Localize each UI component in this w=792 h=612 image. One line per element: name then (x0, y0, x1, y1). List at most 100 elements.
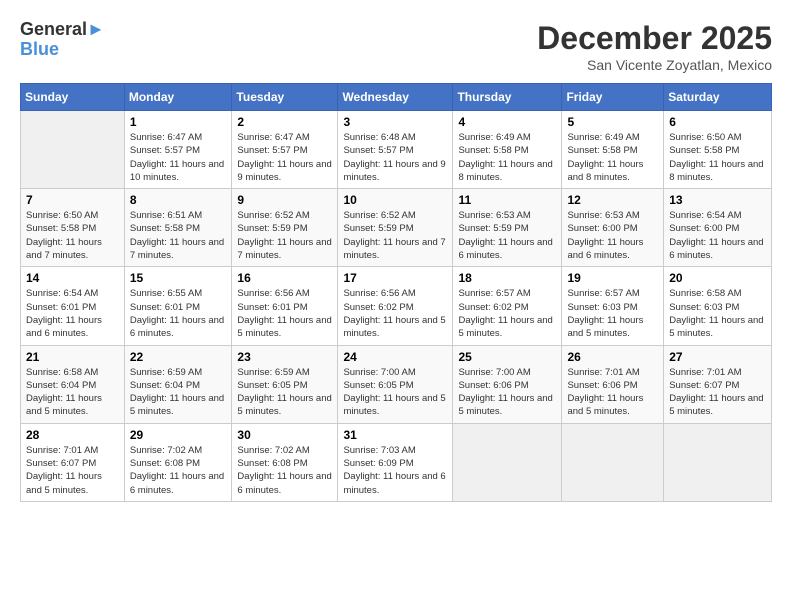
sunset-info: Sunset: 6:08 PM (130, 457, 227, 470)
daylight-info: Daylight: 11 hours and 7 minutes. (130, 236, 227, 263)
day-number: 10 (343, 193, 447, 207)
daylight-info: Daylight: 11 hours and 5 minutes. (343, 392, 447, 419)
sunset-info: Sunset: 5:58 PM (567, 144, 658, 157)
daylight-info: Daylight: 11 hours and 5 minutes. (237, 314, 332, 341)
day-number: 18 (458, 271, 556, 285)
sunset-info: Sunset: 5:58 PM (458, 144, 556, 157)
calendar-cell: 23 Sunrise: 6:59 AM Sunset: 6:05 PM Dayl… (232, 345, 338, 423)
sunset-info: Sunset: 6:06 PM (567, 379, 658, 392)
day-info: Sunrise: 7:00 AM Sunset: 6:05 PM Dayligh… (343, 366, 447, 419)
day-info: Sunrise: 6:58 AM Sunset: 6:03 PM Dayligh… (669, 287, 766, 340)
day-info: Sunrise: 7:01 AM Sunset: 6:07 PM Dayligh… (26, 444, 119, 497)
calendar-cell: 12 Sunrise: 6:53 AM Sunset: 6:00 PM Dayl… (562, 189, 664, 267)
day-number: 13 (669, 193, 766, 207)
sunset-info: Sunset: 6:05 PM (343, 379, 447, 392)
sunrise-info: Sunrise: 6:57 AM (567, 287, 658, 300)
sunset-info: Sunset: 5:57 PM (343, 144, 447, 157)
sunset-info: Sunset: 5:59 PM (343, 222, 447, 235)
sunset-info: Sunset: 6:00 PM (669, 222, 766, 235)
sunrise-info: Sunrise: 6:47 AM (130, 131, 227, 144)
sunrise-info: Sunrise: 6:50 AM (669, 131, 766, 144)
daylight-info: Daylight: 11 hours and 8 minutes. (669, 158, 766, 185)
calendar-cell: 10 Sunrise: 6:52 AM Sunset: 5:59 PM Dayl… (338, 189, 453, 267)
day-info: Sunrise: 6:48 AM Sunset: 5:57 PM Dayligh… (343, 131, 447, 184)
day-info: Sunrise: 7:01 AM Sunset: 6:06 PM Dayligh… (567, 366, 658, 419)
sunset-info: Sunset: 6:02 PM (458, 301, 556, 314)
calendar-cell: 6 Sunrise: 6:50 AM Sunset: 5:58 PM Dayli… (664, 111, 772, 189)
day-number: 20 (669, 271, 766, 285)
calendar-week-row: 14 Sunrise: 6:54 AM Sunset: 6:01 PM Dayl… (21, 267, 772, 345)
sunrise-info: Sunrise: 7:01 AM (26, 444, 119, 457)
header: General► Blue December 2025 San Vicente … (20, 20, 772, 73)
calendar-cell: 21 Sunrise: 6:58 AM Sunset: 6:04 PM Dayl… (21, 345, 125, 423)
weekday-header: Thursday (453, 84, 562, 111)
day-number: 28 (26, 428, 119, 442)
day-info: Sunrise: 7:01 AM Sunset: 6:07 PM Dayligh… (669, 366, 766, 419)
calendar-cell: 30 Sunrise: 7:02 AM Sunset: 6:08 PM Dayl… (232, 423, 338, 501)
day-number: 27 (669, 350, 766, 364)
calendar-cell: 26 Sunrise: 7:01 AM Sunset: 6:06 PM Dayl… (562, 345, 664, 423)
calendar-cell: 25 Sunrise: 7:00 AM Sunset: 6:06 PM Dayl… (453, 345, 562, 423)
daylight-info: Daylight: 11 hours and 6 minutes. (130, 470, 227, 497)
sunset-info: Sunset: 6:02 PM (343, 301, 447, 314)
daylight-info: Daylight: 11 hours and 5 minutes. (343, 314, 447, 341)
weekday-header: Saturday (664, 84, 772, 111)
day-number: 26 (567, 350, 658, 364)
daylight-info: Daylight: 11 hours and 6 minutes. (458, 236, 556, 263)
sunrise-info: Sunrise: 6:53 AM (567, 209, 658, 222)
sunset-info: Sunset: 5:58 PM (130, 222, 227, 235)
weekday-header-row: SundayMondayTuesdayWednesdayThursdayFrid… (21, 84, 772, 111)
daylight-info: Daylight: 11 hours and 8 minutes. (458, 158, 556, 185)
sunset-info: Sunset: 6:01 PM (130, 301, 227, 314)
day-number: 8 (130, 193, 227, 207)
logo: General► Blue (20, 20, 105, 60)
calendar-cell: 17 Sunrise: 6:56 AM Sunset: 6:02 PM Dayl… (338, 267, 453, 345)
day-number: 31 (343, 428, 447, 442)
daylight-info: Daylight: 11 hours and 9 minutes. (343, 158, 447, 185)
daylight-info: Daylight: 11 hours and 6 minutes. (26, 314, 119, 341)
sunrise-info: Sunrise: 6:56 AM (343, 287, 447, 300)
calendar-week-row: 21 Sunrise: 6:58 AM Sunset: 6:04 PM Dayl… (21, 345, 772, 423)
sunrise-info: Sunrise: 6:59 AM (237, 366, 332, 379)
sunset-info: Sunset: 5:59 PM (458, 222, 556, 235)
day-number: 7 (26, 193, 119, 207)
day-number: 15 (130, 271, 227, 285)
day-number: 19 (567, 271, 658, 285)
calendar-cell: 16 Sunrise: 6:56 AM Sunset: 6:01 PM Dayl… (232, 267, 338, 345)
daylight-info: Daylight: 11 hours and 5 minutes. (458, 314, 556, 341)
calendar-cell: 2 Sunrise: 6:47 AM Sunset: 5:57 PM Dayli… (232, 111, 338, 189)
day-info: Sunrise: 6:53 AM Sunset: 6:00 PM Dayligh… (567, 209, 658, 262)
day-info: Sunrise: 6:52 AM Sunset: 5:59 PM Dayligh… (343, 209, 447, 262)
calendar-cell: 1 Sunrise: 6:47 AM Sunset: 5:57 PM Dayli… (124, 111, 232, 189)
calendar-cell: 19 Sunrise: 6:57 AM Sunset: 6:03 PM Dayl… (562, 267, 664, 345)
sunset-info: Sunset: 5:57 PM (237, 144, 332, 157)
day-number: 4 (458, 115, 556, 129)
day-info: Sunrise: 6:50 AM Sunset: 5:58 PM Dayligh… (26, 209, 119, 262)
sunrise-info: Sunrise: 6:49 AM (458, 131, 556, 144)
calendar-cell: 13 Sunrise: 6:54 AM Sunset: 6:00 PM Dayl… (664, 189, 772, 267)
daylight-info: Daylight: 11 hours and 6 minutes. (567, 236, 658, 263)
day-number: 21 (26, 350, 119, 364)
weekday-header: Sunday (21, 84, 125, 111)
title-area: December 2025 San Vicente Zoyatlan, Mexi… (537, 20, 772, 73)
day-info: Sunrise: 7:02 AM Sunset: 6:08 PM Dayligh… (130, 444, 227, 497)
day-info: Sunrise: 6:59 AM Sunset: 6:04 PM Dayligh… (130, 366, 227, 419)
sunrise-info: Sunrise: 7:02 AM (237, 444, 332, 457)
sunset-info: Sunset: 6:07 PM (669, 379, 766, 392)
calendar-cell: 14 Sunrise: 6:54 AM Sunset: 6:01 PM Dayl… (21, 267, 125, 345)
day-info: Sunrise: 6:55 AM Sunset: 6:01 PM Dayligh… (130, 287, 227, 340)
daylight-info: Daylight: 11 hours and 7 minutes. (237, 236, 332, 263)
sunrise-info: Sunrise: 7:03 AM (343, 444, 447, 457)
day-info: Sunrise: 7:03 AM Sunset: 6:09 PM Dayligh… (343, 444, 447, 497)
sunrise-info: Sunrise: 6:53 AM (458, 209, 556, 222)
day-number: 16 (237, 271, 332, 285)
day-number: 29 (130, 428, 227, 442)
day-number: 3 (343, 115, 447, 129)
calendar-cell: 15 Sunrise: 6:55 AM Sunset: 6:01 PM Dayl… (124, 267, 232, 345)
day-number: 23 (237, 350, 332, 364)
calendar-table: SundayMondayTuesdayWednesdayThursdayFrid… (20, 83, 772, 502)
sunrise-info: Sunrise: 7:00 AM (458, 366, 556, 379)
weekday-header: Tuesday (232, 84, 338, 111)
sunset-info: Sunset: 6:03 PM (669, 301, 766, 314)
day-number: 30 (237, 428, 332, 442)
